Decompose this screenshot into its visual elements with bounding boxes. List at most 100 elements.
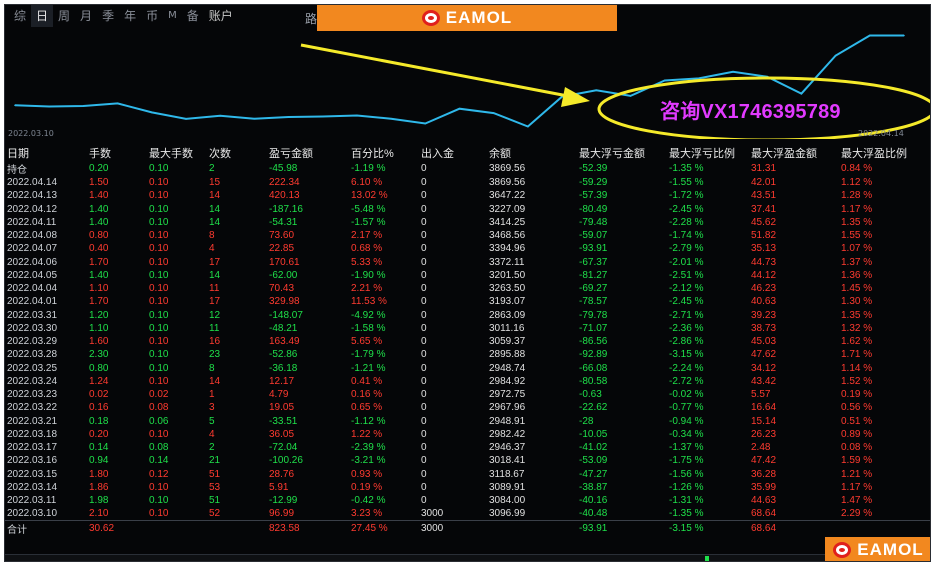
table-header-row: 日期 手数 最大手数 次数 盈亏金额 百分比% 出入金 余额 最大浮亏金额 最大浮亏比例 最大浮盈金… [5, 145, 930, 161]
max-float-profit-pct-cell: 0.51 % [841, 415, 873, 427]
table-row[interactable]: 2022.04.13 1.40 0.10 14 420.13 13.02 % 0 3647.2… [5, 189, 930, 202]
balance-cell: 3263.50 [489, 283, 526, 295]
max-float-profit-cell: 43.42 [751, 375, 777, 387]
count-cell: 14 [209, 216, 221, 228]
column-header[interactable]: 百分比% [349, 145, 419, 161]
column-header[interactable]: 最大手数 [147, 145, 207, 161]
max-float-profit-cell: 5.57 [751, 389, 771, 401]
holding-row[interactable]: 持仓 0.20 0.10 2 -45.98 -1.19 % 0 3869.56 -52.39 -1… [5, 161, 930, 176]
deposit-cell: 0 [421, 283, 427, 295]
table-row[interactable]: 2022.03.30 1.10 0.10 11 -48.21 -1.58 % 0 3011.1… [5, 322, 930, 335]
pnl-cell: 170.61 [269, 256, 300, 268]
table-row[interactable]: 2022.03.15 1.80 0.12 51 28.76 0.93 % 0 3118.67 -… [5, 468, 930, 481]
table-row[interactable]: 2022.04.11 1.40 0.10 14 -54.31 -1.57 % 0 3414.2… [5, 216, 930, 229]
deposit-cell: 3000 [419, 520, 487, 536]
max-float-loss-cell: -79.78 [579, 309, 608, 321]
table-row[interactable]: 2022.03.29 1.60 0.10 16 163.49 5.65 % 0 3059.37… [5, 335, 930, 348]
pnl-cell: 420.13 [269, 190, 300, 202]
table-row[interactable]: 2022.04.04 1.10 0.10 11 70.43 2.21 % 0 3263.50 -… [5, 282, 930, 295]
table-row[interactable]: 2022.03.18 0.20 0.10 4 36.05 1.22 % 0 2982.42 -1… [5, 428, 930, 441]
scrollbar-thumb[interactable] [705, 556, 709, 561]
column-header[interactable]: 盈亏金额 [267, 145, 349, 161]
column-header[interactable]: 余额 [487, 145, 577, 161]
column-header[interactable]: 日期 [5, 145, 87, 161]
balance-point [390, 117, 392, 120]
table-row[interactable]: 2022.03.23 0.02 0.02 1 4.79 0.16 % 0 2972.75 -0.… [5, 388, 930, 401]
count-cell: 4 [209, 243, 215, 255]
balance-cell: 3394.96 [489, 243, 526, 255]
period-tab[interactable]: 年 [119, 5, 141, 27]
balance-point [492, 112, 495, 114]
pct-cell: 5.65 % [351, 336, 383, 348]
period-tab[interactable]: 月 [75, 5, 97, 27]
pnl-cell: -52.86 [269, 349, 298, 361]
max-float-profit-cell: 47.62 [751, 349, 777, 361]
max-float-profit-cell: 31.31 [751, 163, 777, 174]
table-row[interactable]: 2022.03.21 0.18 0.06 5 -33.51 -1.12 % 0 2948.91… [5, 415, 930, 428]
period-tab[interactable]: 综 [9, 5, 31, 27]
max-float-loss-cell: -93.91 [577, 520, 667, 536]
period-tab[interactable]: M [163, 5, 182, 27]
column-header[interactable]: 最大浮亏金额 [577, 145, 667, 161]
pnl-cell: 4.79 [269, 389, 289, 401]
max-float-loss-cell: -71.07 [579, 322, 608, 334]
table-row[interactable]: 2022.04.08 0.80 0.10 8 73.60 2.17 % 0 3468.56 -5… [5, 229, 930, 242]
table-row[interactable]: 2022.03.14 1.86 0.10 53 5.91 0.19 % 0 3089.91 -3… [5, 481, 930, 494]
max-float-loss-pct-cell: -1.31 % [669, 495, 704, 507]
lots-cell: 1.70 [89, 256, 109, 268]
pct-cell: -0.42 % [351, 495, 386, 507]
date-cell: 2022.04.11 [7, 216, 57, 228]
max-lots-cell: 0.10 [149, 163, 169, 174]
pct-cell: -1.19 % [351, 163, 386, 174]
table-row[interactable]: 2022.04.12 1.40 0.10 14 -187.16 -5.48 % 0 3227.… [5, 203, 930, 216]
table-row[interactable]: 2022.04.01 1.70 0.10 17 329.98 11.53 % 0 3193.0… [5, 295, 930, 308]
max-float-loss-pct-cell: -2.51 % [669, 269, 704, 281]
date-cell: 2022.04.08 [7, 230, 58, 242]
period-tab[interactable]: 备 [182, 5, 204, 27]
table-row[interactable]: 2022.03.24 1.24 0.10 14 12.17 0.41 % 0 2984.92 -… [5, 375, 930, 388]
table-row[interactable]: 2022.03.31 1.20 0.10 12 -148.07 -4.92 % 0 2863.… [5, 309, 930, 322]
column-header[interactable]: 最大浮亏比例 [667, 145, 749, 161]
table-row[interactable]: 2022.04.14 1.50 0.10 15 222.34 6.10 % 0 3869.56… [5, 176, 930, 189]
max-float-loss-pct-cell: -1.55 % [669, 177, 704, 189]
pnl-cell: -36.18 [269, 362, 298, 374]
period-tab[interactable]: 币 [141, 5, 163, 27]
balance-point [321, 115, 324, 118]
max-float-profit-cell: 35.13 [751, 243, 777, 255]
max-lots-cell: 0.10 [149, 203, 169, 215]
total-row[interactable]: 合计 30.62 823.58 27.45 % 3000 -93.91 -3.15 % 68.… [5, 520, 930, 536]
balance-cell: 2972.75 [489, 389, 526, 401]
column-header[interactable]: 出入金 [419, 145, 487, 161]
period-tab[interactable]: 账户 [204, 5, 238, 27]
table-row[interactable]: 2022.04.06 1.70 0.10 17 170.61 5.33 % 0 3372.11… [5, 256, 930, 269]
max-float-loss-pct-cell: -3.15 % [669, 349, 704, 361]
table-row[interactable]: 2022.04.07 0.40 0.10 4 22.85 0.68 % 0 3394.96 -9… [5, 242, 930, 255]
table-row[interactable]: 2022.03.28 2.30 0.10 23 -52.86 -1.79 % 0 2895.8… [5, 348, 930, 361]
count-cell: 15 [209, 177, 221, 189]
max-lots-cell: 0.10 [149, 177, 169, 189]
deposit-cell: 0 [421, 442, 427, 454]
column-header[interactable]: 最大浮盈金额 [749, 145, 839, 161]
balance-point [869, 34, 871, 37]
horizontal-scrollbar[interactable] [5, 554, 930, 561]
table-row[interactable]: 2022.03.17 0.14 0.08 2 -72.04 -2.39 % 0 2946.37… [5, 441, 930, 454]
max-float-profit-cell: 38.73 [751, 322, 777, 334]
period-tab[interactable]: 周 [53, 5, 75, 27]
balance-cell: 2984.92 [489, 375, 526, 387]
table-row[interactable]: 2022.04.05 1.40 0.10 14 -62.00 -1.90 % 0 3201.5… [5, 269, 930, 282]
table-row[interactable]: 2022.03.25 0.80 0.10 8 -36.18 -1.21 % 0 2948.74… [5, 362, 930, 375]
lots-cell: 1.98 [89, 495, 109, 507]
table-row[interactable]: 2022.03.11 1.98 0.10 51 -12.99 -0.42 % 0 3084.0… [5, 494, 930, 507]
table-row[interactable]: 2022.03.22 0.16 0.08 3 19.05 0.65 % 0 2967.96 -2… [5, 401, 930, 414]
max-float-loss-pct-cell: -1.26 % [669, 481, 704, 493]
period-tab[interactable]: 日 [31, 5, 54, 27]
balance-cell: 3647.22 [489, 190, 526, 202]
column-header[interactable]: 手数 [87, 145, 147, 161]
table-row[interactable]: 2022.03.16 0.94 0.14 21 -100.26 -3.21 % 0 3018.… [5, 454, 930, 467]
period-tab[interactable]: 季 [97, 5, 119, 27]
lots-cell: 2.10 [89, 508, 109, 520]
balance-point [834, 54, 837, 57]
column-header[interactable]: 次数 [207, 145, 267, 161]
column-header[interactable]: 最大浮盈比例 [839, 145, 930, 161]
table-row[interactable]: 2022.03.10 2.10 0.10 52 96.99 3.23 % 3000 3096.… [5, 507, 930, 520]
